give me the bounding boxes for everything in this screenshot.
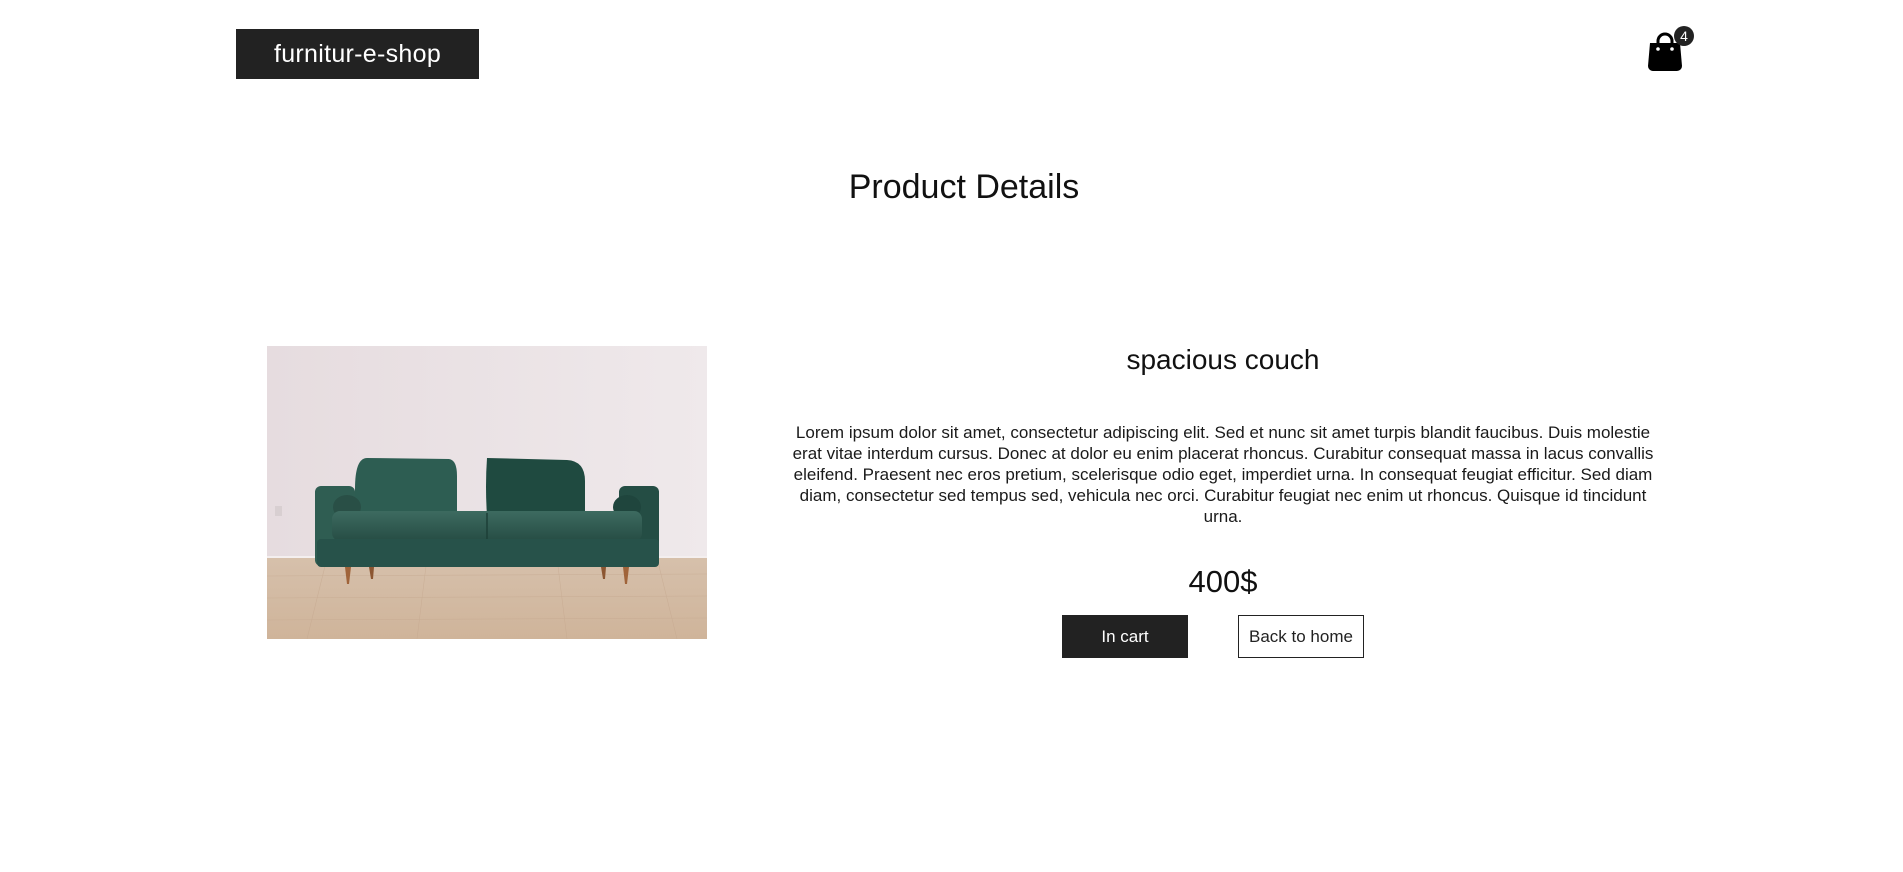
product-image <box>267 346 707 639</box>
product-price: 400$ <box>1188 564 1258 599</box>
in-cart-button[interactable]: In cart <box>1062 615 1188 658</box>
page-title: Product Details <box>848 168 1080 206</box>
sofa-photo <box>267 346 707 639</box>
product-description: Lorem ipsum dolor sit amet, consectetur … <box>792 423 1654 526</box>
back-to-home-button[interactable]: Back to home <box>1238 615 1364 658</box>
product-actions: In cart Back to home <box>788 615 1658 658</box>
product-details-page: furnitur-e-shop 4 Product Details spacio… <box>0 0 1903 872</box>
cart-count-badge: 4 <box>1674 26 1694 46</box>
brand-logo-link[interactable]: furnitur-e-shop <box>236 29 479 79</box>
product-details: spacious couch Lorem ipsum dolor sit ame… <box>788 340 1658 658</box>
brand-name: furnitur-e-shop <box>273 39 442 68</box>
product-name: spacious couch <box>1126 344 1320 375</box>
cart-button[interactable]: 4 <box>1647 26 1694 74</box>
